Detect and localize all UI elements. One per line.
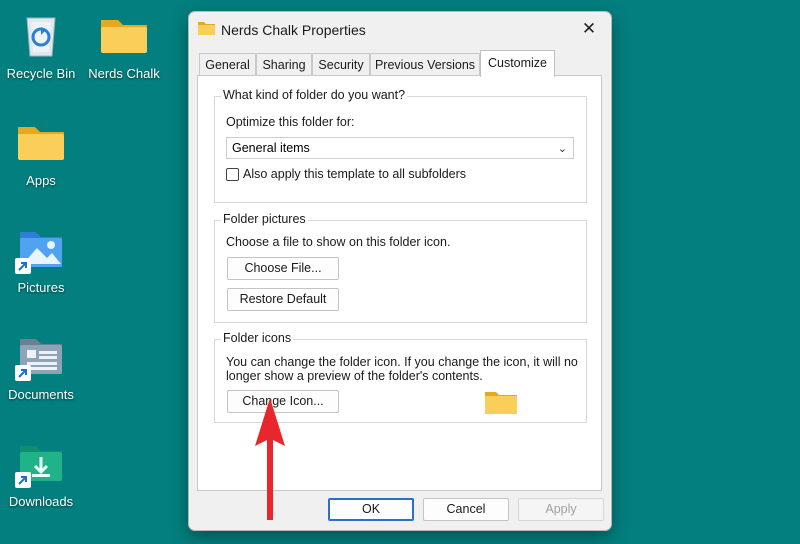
- desktop-icon-label: Pictures: [17, 280, 65, 295]
- recycle-bin-icon: [15, 8, 67, 60]
- apply-subfolders-checkbox[interactable]: [226, 168, 239, 181]
- chevron-down-icon: ⌄: [557, 143, 567, 155]
- tab-general[interactable]: General: [199, 53, 256, 75]
- tab-customize[interactable]: Customize: [480, 50, 555, 77]
- desktop-icon-label: Documents: [8, 387, 74, 402]
- desktop-icon-apps[interactable]: Apps: [1, 115, 81, 188]
- folder-pictures-description: Choose a file to show on this folder ico…: [226, 235, 451, 249]
- cancel-button[interactable]: Cancel: [423, 498, 509, 521]
- shortcut-arrow-icon: [15, 472, 31, 488]
- optimize-dropdown[interactable]: General items ⌄: [226, 137, 574, 159]
- folder-pictures-group: Folder pictures Choose a file to show on…: [214, 212, 587, 323]
- desktop-icon-pictures[interactable]: Pictures: [1, 222, 81, 295]
- optimize-dropdown-value: General items: [232, 141, 310, 155]
- folder-icon: [198, 21, 215, 35]
- tab-previous-versions[interactable]: Previous Versions: [370, 53, 480, 75]
- folder-icons-description-line1: You can change the folder icon. If you c…: [226, 355, 578, 369]
- folder-type-group-title: What kind of folder do you want?: [221, 88, 408, 102]
- desktop-icon-label: Nerds Chalk: [88, 66, 160, 81]
- desktop-icon-downloads[interactable]: Downloads: [1, 436, 81, 509]
- close-button[interactable]: ✕: [577, 19, 601, 39]
- dialog-title: Nerds Chalk Properties: [221, 22, 366, 38]
- desktop-icon-label: Downloads: [8, 494, 74, 509]
- desktop-icon-documents[interactable]: Documents: [1, 329, 81, 402]
- choose-file-button[interactable]: Choose File...: [227, 257, 339, 280]
- folder-preview-icon: [485, 390, 517, 414]
- folder-pictures-group-title: Folder pictures: [221, 212, 308, 226]
- folder-icons-description-line2: longer show a preview of the folder's co…: [226, 369, 483, 383]
- desktop-icon-label: Recycle Bin: [6, 66, 76, 81]
- folder-icons-group-title: Folder icons: [221, 331, 294, 345]
- pictures-folder-icon: [15, 222, 67, 274]
- annotation-arrow-icon: [252, 398, 288, 524]
- tab-security[interactable]: Security: [312, 53, 370, 75]
- documents-folder-icon: [15, 329, 67, 381]
- folder-icon: [98, 8, 150, 60]
- desktop-icon-nerds-chalk[interactable]: Nerds Chalk: [84, 8, 164, 81]
- desktop-icon-label: Apps: [26, 173, 56, 188]
- tab-sharing[interactable]: Sharing: [256, 53, 312, 75]
- folder-icon: [15, 115, 67, 167]
- apply-subfolders-label[interactable]: Also apply this template to all subfolde…: [243, 167, 466, 181]
- apply-button[interactable]: Apply: [518, 498, 604, 521]
- downloads-folder-icon: [15, 436, 67, 488]
- restore-default-button[interactable]: Restore Default: [227, 288, 339, 311]
- shortcut-arrow-icon: [15, 258, 31, 274]
- optimize-label: Optimize this folder for:: [226, 115, 355, 129]
- title-bar[interactable]: Nerds Chalk Properties ✕: [189, 12, 611, 46]
- folder-type-group: What kind of folder do you want? Optimiz…: [214, 88, 587, 203]
- desktop-icon-recycle-bin[interactable]: Recycle Bin: [1, 8, 81, 81]
- ok-button[interactable]: OK: [328, 498, 414, 521]
- shortcut-arrow-icon: [15, 365, 31, 381]
